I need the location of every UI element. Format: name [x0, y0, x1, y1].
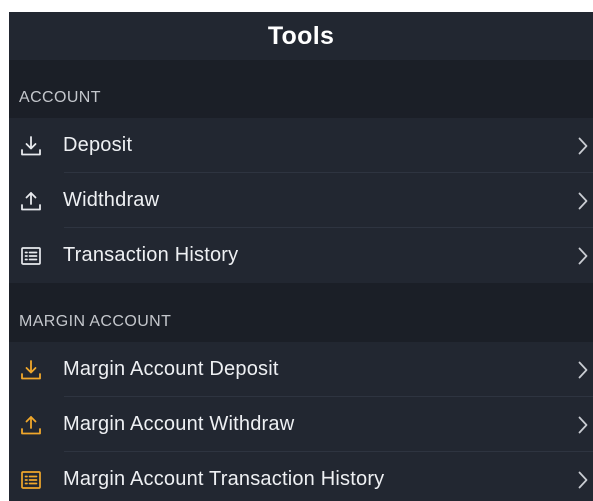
chevron-right-icon — [577, 246, 589, 266]
menu-item-label: Deposit — [63, 134, 133, 156]
account-list: Deposit Widthdraw Transaction History — [9, 118, 593, 283]
section-title: ACCOUNT — [19, 89, 101, 106]
margin-account-list: Margin Account Deposit Margin Account Wi… — [9, 342, 593, 501]
chevron-right-icon — [577, 136, 589, 156]
list-icon — [18, 467, 44, 493]
menu-item-withdraw[interactable]: Widthdraw — [9, 173, 593, 228]
tools-screen: Tools ACCOUNT Deposit Widthdraw Transact… — [9, 12, 593, 501]
list-icon — [18, 243, 44, 269]
deposit-icon — [18, 357, 44, 383]
menu-item-margin-transaction-history[interactable]: Margin Account Transaction History — [9, 452, 593, 501]
app-frame: Tools ACCOUNT Deposit Widthdraw Transact… — [0, 0, 593, 501]
page-title: Tools — [267, 21, 335, 50]
menu-item-transaction-history[interactable]: Transaction History — [9, 228, 593, 283]
deposit-icon — [18, 133, 44, 159]
withdraw-icon — [18, 412, 44, 438]
menu-item-margin-deposit[interactable]: Margin Account Deposit — [9, 342, 593, 397]
menu-item-deposit[interactable]: Deposit — [9, 118, 593, 173]
chevron-right-icon — [577, 360, 589, 380]
section-title: MARGIN ACCOUNT — [19, 313, 172, 330]
section-header-account: ACCOUNT — [9, 60, 593, 118]
menu-item-margin-withdraw[interactable]: Margin Account Withdraw — [9, 397, 593, 452]
withdraw-icon — [18, 188, 44, 214]
section-header-margin-account: MARGIN ACCOUNT — [9, 283, 593, 342]
menu-item-label: Widthdraw — [63, 189, 160, 211]
navigation-bar: Tools — [9, 12, 593, 60]
chevron-right-icon — [577, 470, 589, 490]
menu-item-label: Margin Account Withdraw — [63, 413, 295, 435]
menu-item-label: Margin Account Deposit — [63, 358, 279, 380]
menu-item-label: Margin Account Transaction History — [63, 468, 385, 490]
menu-item-label: Transaction History — [63, 244, 239, 266]
chevron-right-icon — [577, 415, 589, 435]
chevron-right-icon — [577, 191, 589, 211]
